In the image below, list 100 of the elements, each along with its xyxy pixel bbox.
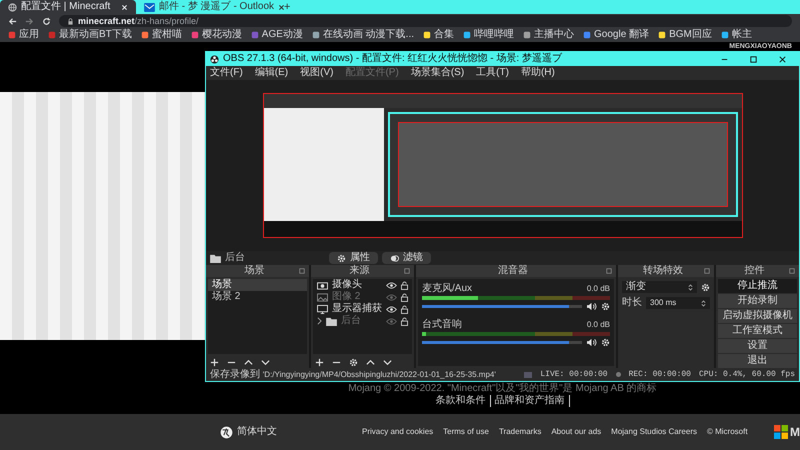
lock-icon[interactable] [401, 280, 408, 290]
spinner-icon [701, 298, 706, 308]
scene-item[interactable]: 场景 [208, 279, 307, 291]
forward-icon[interactable] [25, 16, 34, 26]
control-button[interactable]: 启动虚拟摄像机 [718, 309, 797, 323]
footer-link[interactable]: Trademarks [498, 427, 542, 437]
copyright-text: Mojang © 2009-2022. "Minecraft"以及"我的世界"是 Mojang AB 的商标 [348, 383, 657, 394]
bookmark-item[interactable]: Google 翻译 [583, 29, 650, 41]
menu-item[interactable]: 视图(V) [300, 67, 334, 79]
browser-tab[interactable]: 配置文件 | Minecraft [0, 0, 136, 14]
lock-icon[interactable] [401, 292, 408, 302]
bookmark-icon [523, 31, 532, 39]
lock-icon[interactable] [401, 316, 408, 326]
footer-link[interactable]: Terms of use [443, 427, 489, 437]
language-link[interactable]: 简体中文 [237, 426, 277, 438]
control-button[interactable]: 工作室模式 [718, 324, 797, 338]
new-tab-button[interactable]: + [280, 0, 294, 14]
undock-icon[interactable] [789, 268, 795, 274]
menu-item[interactable]: 文件(F) [210, 67, 243, 79]
bookmark-icon [8, 31, 16, 39]
footer-link[interactable]: About our ads [551, 427, 602, 437]
maximize-icon[interactable] [749, 54, 758, 64]
dock-title: 转场特效 [642, 265, 684, 277]
undock-icon[interactable] [606, 268, 612, 274]
stream-status-icon [524, 372, 532, 378]
undock-icon[interactable] [299, 268, 305, 274]
move-down-icon[interactable] [383, 358, 392, 366]
bookmark-item[interactable]: AGE动漫 [250, 29, 303, 41]
filter-icon [390, 254, 399, 262]
move-down-icon[interactable] [261, 358, 270, 366]
gear-icon [337, 254, 346, 262]
bookmark-item[interactable]: 樱花动漫 [190, 29, 242, 41]
bookmark-icon [720, 31, 729, 39]
recording-path-text: 保存录像到 'D:/Yingyingying/MP4/Obsshipingluzhi/2022-01-01_16-25-35.mp4' [210, 368, 496, 380]
lock-icon [67, 18, 74, 24]
channel-name: 麦克风/Aux [422, 283, 472, 294]
source-item[interactable]: 摄像头 [332, 279, 382, 291]
properties-button[interactable]: 属性 [329, 252, 378, 264]
close-icon[interactable] [778, 54, 787, 64]
bookmark-item[interactable]: 最新动画BT下载 [48, 29, 132, 41]
footer-link[interactable]: Privacy and cookies [362, 427, 434, 437]
address-field[interactable]: minecraft.net/zh-hans/profile/ [59, 15, 792, 27]
menu-item[interactable]: 帮助(H) [520, 67, 555, 79]
language-icon[interactable] [220, 426, 233, 438]
settings-icon[interactable] [349, 358, 358, 366]
bookmark-item[interactable]: 合集 [423, 29, 454, 41]
control-button[interactable]: 开始录制 [718, 294, 797, 308]
reload-icon[interactable] [42, 16, 51, 26]
channel-name: 台式音响 [422, 319, 462, 330]
footer-link[interactable]: 品牌和资产指南 [494, 395, 570, 407]
settings-icon[interactable] [601, 338, 610, 347]
bookmark-item[interactable]: 蜜柑喵 [140, 29, 182, 41]
bookmark-item[interactable]: 主播中心 [523, 29, 574, 41]
transition-dropdown[interactable]: 渐变 [622, 281, 697, 293]
undock-icon[interactable] [704, 268, 710, 274]
browser-tab[interactable]: 邮件 - 梦 漫遥ブ - Outlook [136, 0, 272, 14]
footer-link[interactable]: © Microsoft [706, 427, 748, 437]
add-icon[interactable] [315, 358, 324, 366]
bookmark-icon [583, 31, 592, 39]
back-icon[interactable] [8, 16, 17, 26]
footer-link[interactable]: Mojang Studios Careers [611, 427, 697, 437]
speaker-icon[interactable] [586, 302, 597, 311]
bookmark-item[interactable]: BGM回应 [658, 29, 712, 41]
rec-timer: REC: 00:00:00 [628, 368, 691, 380]
bookmark-icon [140, 31, 149, 39]
cpu-fps-reading: CPU: 0.4%, 60.00 fps [698, 368, 795, 380]
control-button[interactable]: 退出 [718, 354, 797, 368]
folder-icon [210, 254, 221, 262]
scene-item[interactable]: 场景 2 [208, 291, 307, 303]
bookmark-icon [312, 31, 320, 39]
bookmark-item[interactable]: 应用 [8, 29, 39, 41]
menu-item[interactable]: 编辑(E) [254, 67, 288, 79]
speaker-icon[interactable] [586, 338, 597, 347]
source-item[interactable]: 显示器捕获 [332, 303, 382, 315]
settings-icon[interactable] [701, 282, 710, 292]
dock-title: 混音器 [497, 265, 529, 277]
move-up-icon[interactable] [244, 358, 253, 366]
duration-label: 时长 [622, 297, 642, 309]
mail-icon [144, 2, 155, 12]
filters-button[interactable]: 滤镜 [382, 252, 431, 264]
dock-title: 控件 [744, 265, 766, 277]
bookmark-item[interactable]: 在线动画 动漫下载... [312, 29, 414, 41]
lock-icon[interactable] [401, 304, 408, 314]
control-button[interactable]: 停止推流 [718, 279, 797, 293]
brand-name: M [790, 425, 800, 439]
move-up-icon[interactable] [366, 358, 375, 366]
undock-icon[interactable] [404, 268, 410, 274]
menu-item[interactable]: 工具(T) [476, 67, 509, 79]
bookmark-item[interactable]: 帐主 [720, 29, 752, 41]
bookmark-icon [658, 31, 666, 39]
footer-link[interactable]: 条款和条件 [436, 395, 490, 407]
bookmark-icon [463, 31, 472, 39]
add-icon[interactable] [210, 358, 219, 366]
duration-field[interactable]: 300 ms [646, 297, 710, 309]
settings-icon[interactable] [601, 302, 610, 311]
close-icon[interactable] [278, 4, 286, 10]
bookmark-item[interactable]: 哔哩哔哩 [463, 29, 514, 41]
dock-title: 场景 [244, 265, 266, 277]
menu-item[interactable]: 场景集合(S) [410, 67, 464, 79]
control-button[interactable]: 设置 [718, 339, 797, 353]
